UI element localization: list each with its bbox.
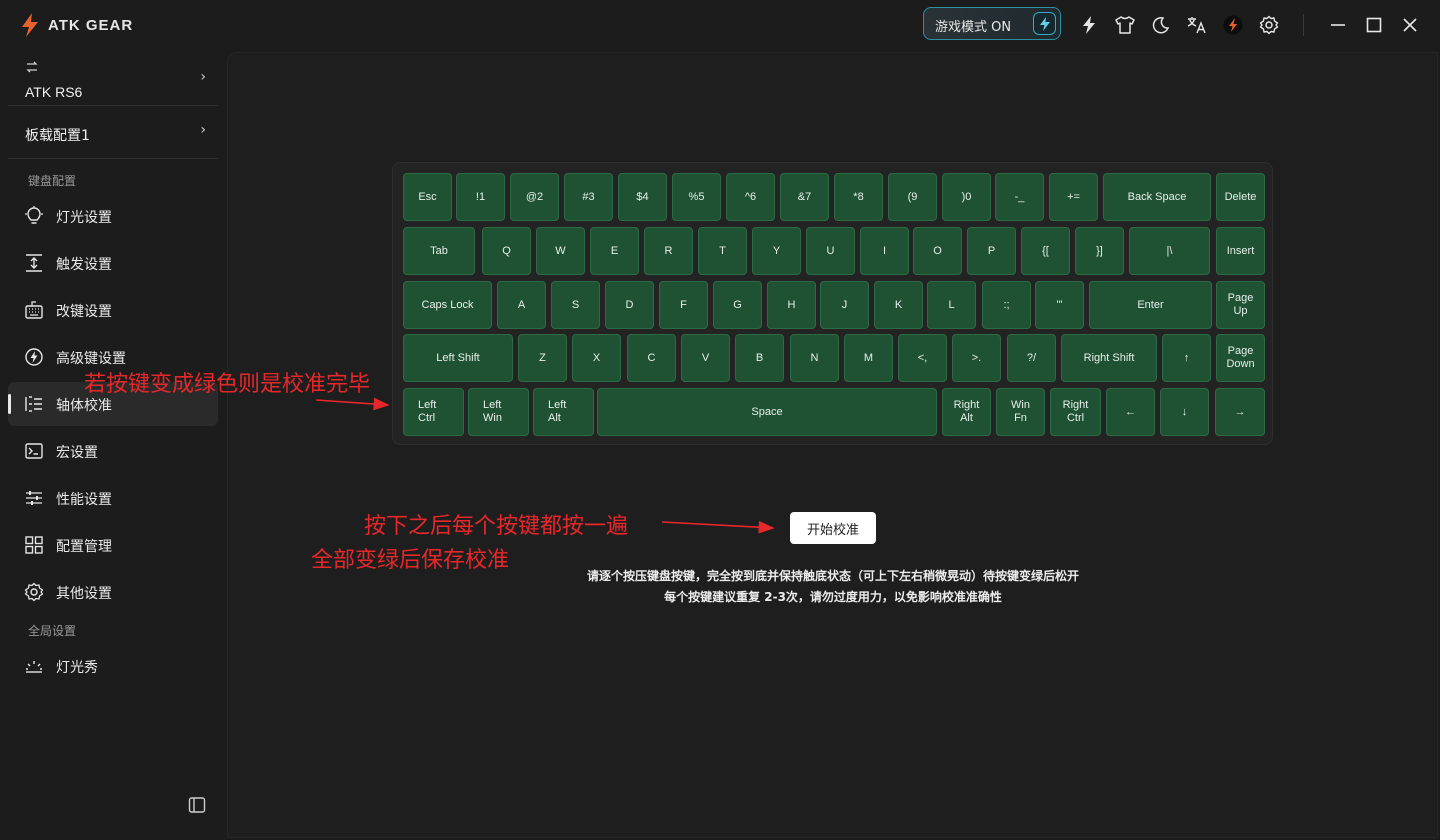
annotation-arrows (315, 397, 775, 534)
annotation-arrow-start (661, 520, 775, 534)
start-calibration-button[interactable]: 开始校准 (790, 512, 876, 544)
instruction-line-2: 每个按键建议重复 2-3次，请勿过度用力，以免影响校准准确性 (664, 590, 1002, 604)
instruction-line-1: 请逐个按压键盘按键，完全按到底并保持触底状态（可上下左右稍微晃动）待按键变绿后松… (586, 569, 1079, 583)
annotation-press-each: 按下之后每个按键都按一遍 (364, 514, 629, 539)
annotation-arrow-green (315, 397, 390, 411)
annotation-green-done: 若按键变成绿色则是校准完毕 (84, 372, 371, 397)
